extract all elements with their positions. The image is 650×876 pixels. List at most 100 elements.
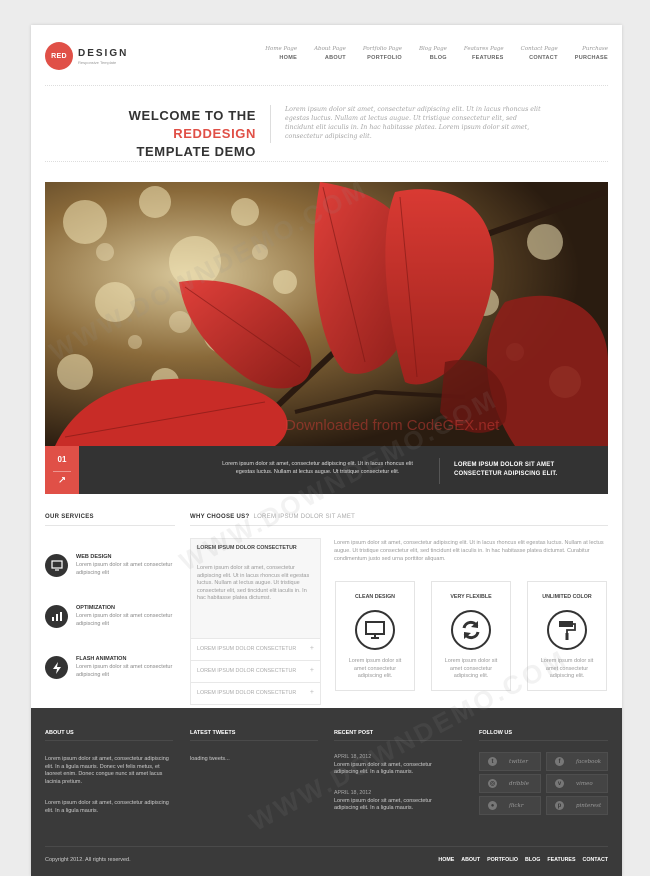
services-title: OUR SERVICES <box>45 514 94 520</box>
footer-nav-blog[interactable]: BLOG <box>525 857 540 863</box>
footer-posts-title: RECENT POST <box>334 730 374 736</box>
footer-nav-contact[interactable]: CONTACT <box>583 857 609 863</box>
feature-very-flexible: VERY FLEXIBLE Lorem ipsum dolor sit amet… <box>431 581 511 691</box>
footer-divider <box>45 740 173 741</box>
service-title: FLASH ANIMATION <box>76 656 127 662</box>
nav-label: CONTACT <box>529 55 558 61</box>
accordion-item[interactable]: LOREM IPSUM DOLOR CONSECTETUR + <box>190 639 321 661</box>
logo-badge: RED <box>45 42 73 70</box>
hero-slider[interactable]: Downloaded from CodeGEX.net <box>45 182 608 446</box>
nav-sub: Purchase <box>582 46 608 52</box>
monitor-icon <box>355 610 395 650</box>
divider <box>45 161 608 162</box>
dribbble-icon: ◎ <box>488 779 497 788</box>
feature-desc: Lorem ipsum dolor sit amet consectetur a… <box>540 658 594 680</box>
feature-unlimited-color: UNLIMITED COLOR Lorem ipsum dolor sit am… <box>527 581 607 691</box>
chart-icon <box>45 605 68 628</box>
divider <box>45 85 608 86</box>
nav-sub: Blog Page <box>418 46 447 52</box>
page: RED DESIGN Responsive Template Home Page… <box>31 25 622 876</box>
accordion-item-open[interactable]: LOREM IPSUM DOLOR CONSECTETUR Lorem ipsu… <box>190 538 321 639</box>
footer-about-text: Lorem ipsum dolor sit amet, consectetur … <box>45 756 169 785</box>
nav-label: ABOUT <box>324 55 346 61</box>
nav-item-features[interactable]: Features Page FEATURES <box>464 46 504 61</box>
accordion-body: Lorem ipsum dolor sit amet, consectetur … <box>197 565 310 602</box>
nav-sub: Features Page <box>463 46 504 52</box>
welcome-line2: TEMPLATE DEMO <box>136 144 256 159</box>
logo-name: DESIGN <box>78 47 129 59</box>
social-twitter[interactable]: t twitter <box>479 752 541 771</box>
services-underline <box>45 525 175 526</box>
footer-divider <box>334 740 462 741</box>
nav-item-home[interactable]: Home Page HOME <box>265 46 297 61</box>
footer-bottom-divider <box>45 846 608 847</box>
nav-sub: Contact Page <box>520 46 558 52</box>
flickr-icon: ● <box>488 801 497 810</box>
nav-label: PORTFOLIO <box>367 55 402 61</box>
slider-overlay-text: Downloaded from CodeGEX.net <box>285 417 500 434</box>
nav-sub: Portfolio Page <box>362 46 402 52</box>
footer-about-title: ABOUT US <box>45 730 74 736</box>
nav-item-about[interactable]: About Page ABOUT <box>314 46 346 61</box>
accordion-title: LOREM IPSUM DOLOR CONSECTETUR <box>197 545 297 551</box>
social-label: vimeo <box>576 780 593 787</box>
nav-item-portfolio[interactable]: Portfolio Page PORTFOLIO <box>363 46 402 61</box>
post-date: APRIL 18, 2012 <box>334 754 372 760</box>
service-title: OPTIMIZATION <box>76 605 116 611</box>
social-facebook[interactable]: f facebook <box>546 752 608 771</box>
nav-item-blog[interactable]: Blog Page BLOG <box>419 46 447 61</box>
feature-title: VERY FLEXIBLE <box>450 594 492 600</box>
refresh-icon <box>451 610 491 650</box>
post-text: Lorem ipsum dolor sit amet, consectetur … <box>334 797 432 812</box>
service-title: WEB DESIGN <box>76 554 112 560</box>
footer-nav-features[interactable]: FEATURES <box>547 857 575 863</box>
nav-label: PURCHASE <box>574 55 608 61</box>
why-subtitle: LOREM IPSUM DOLOR SIT AMET <box>253 514 356 520</box>
accordion-title: LOREM IPSUM DOLOR CONSECTETUR <box>197 646 297 652</box>
paint-roller-icon <box>547 610 587 650</box>
footer-about-text-2: Lorem ipsum dolor sit amet, consectetur … <box>45 800 169 814</box>
link-icon[interactable] <box>45 476 79 486</box>
social-label: twitter <box>509 758 528 765</box>
nav-item-purchase[interactable]: Purchase PURCHASE <box>575 46 608 61</box>
accordion-item[interactable]: LOREM IPSUM DOLOR CONSECTETUR + <box>190 683 321 705</box>
accordion-item[interactable]: LOREM IPSUM DOLOR CONSECTETUR + <box>190 661 321 683</box>
nav-sub: About Page <box>314 46 346 52</box>
slider-caption: Lorem ipsum dolor sit amet, consectetur … <box>222 461 413 475</box>
service-desc: Lorem ipsum dolor sit amet consectetur a… <box>76 613 173 627</box>
footer-divider <box>190 740 318 741</box>
social-vimeo[interactable]: v vimeo <box>546 774 608 793</box>
footer: ABOUT US Lorem ipsum dolor sit amet, con… <box>31 708 622 876</box>
nav-item-contact[interactable]: Contact Page CONTACT <box>521 46 558 61</box>
why-title-text: WHY CHOOSE US? <box>190 514 250 520</box>
why-text: Lorem ipsum dolor sit amet, consectetur … <box>334 540 604 562</box>
hero-image: Downloaded from CodeGEX.net <box>45 182 608 446</box>
why-underline <box>190 525 608 526</box>
slide-number-box[interactable]: 01 <box>45 446 79 494</box>
social-label: flickr <box>509 802 524 809</box>
social-pinterest[interactable]: p pinterest <box>546 796 608 815</box>
accordion-title: LOREM IPSUM DOLOR CONSECTETUR <box>197 690 297 696</box>
logo-tagline: Responsive Template <box>78 59 117 65</box>
slider-caption-bar: 01 Lorem ipsum dolor sit amet, consectet… <box>45 446 608 494</box>
footer-nav-about[interactable]: ABOUT <box>461 857 480 863</box>
social-flickr[interactable]: ● flickr <box>479 796 541 815</box>
footer-nav-portfolio[interactable]: PORTFOLIO <box>487 857 518 863</box>
main-nav: Home Page HOME About Page ABOUT Portfolio … <box>248 46 608 61</box>
logo[interactable]: RED DESIGN Responsive Template <box>45 42 128 70</box>
feature-title: CLEAN DESIGN <box>354 594 396 600</box>
copyright: Copyright 2012. All rights reserved. <box>45 857 131 863</box>
footer-divider <box>479 740 608 741</box>
recent-post[interactable]: APRIL 18, 2012 Lorem ipsum dolor sit ame… <box>334 754 452 777</box>
feature-clean-design: CLEAN DESIGN Lorem ipsum dolor sit amet … <box>335 581 415 691</box>
social-dribble[interactable]: ◎ dribble <box>479 774 541 793</box>
feature-desc: Lorem ipsum dolor sit amet consectetur a… <box>444 658 498 680</box>
recent-post[interactable]: APRIL 18, 2012 Lorem ipsum dolor sit ame… <box>334 790 452 813</box>
welcome-divider <box>270 105 271 143</box>
footer-nav-home[interactable]: HOME <box>438 857 454 863</box>
welcome-accent: REDDESIGN <box>173 126 256 141</box>
flash-icon <box>45 656 68 679</box>
slide-number: 01 <box>57 455 67 464</box>
social-label: pinterest <box>576 802 602 809</box>
footer-tweets-title: LATEST TWEETS <box>190 730 236 736</box>
